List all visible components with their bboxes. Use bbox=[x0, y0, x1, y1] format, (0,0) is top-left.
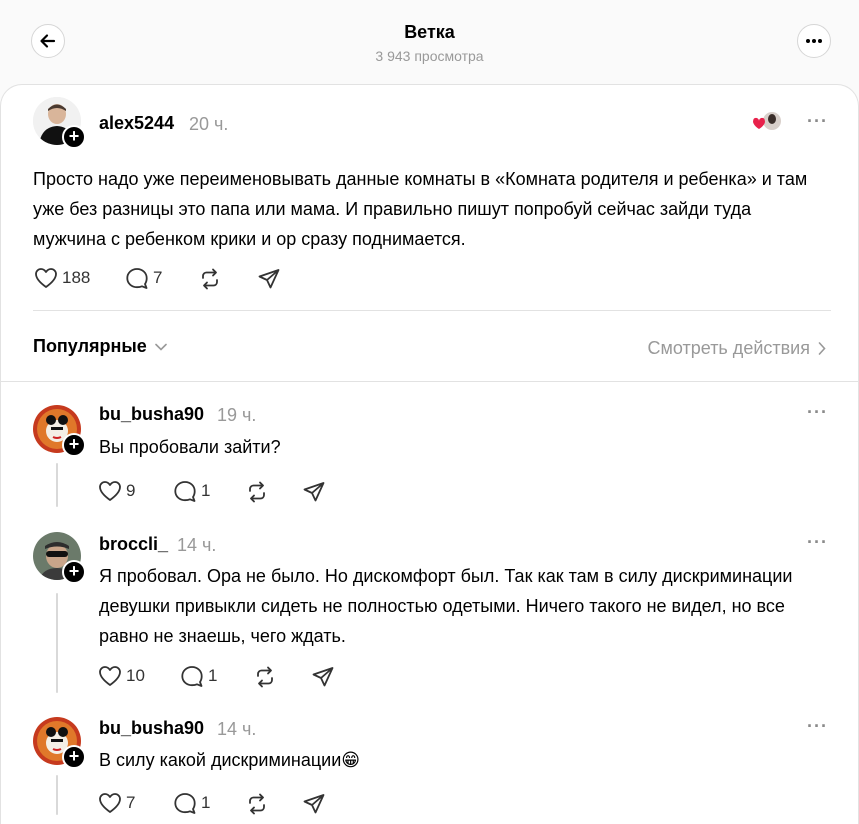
repost-icon bbox=[249, 793, 265, 815]
reply-count: 7 bbox=[153, 268, 163, 287]
follow-plus-icon[interactable]: + bbox=[62, 125, 86, 149]
comment-time: 14 ч. bbox=[217, 719, 257, 739]
reply-button[interactable]: 1 bbox=[173, 480, 210, 502]
header: Ветка 3 943 просмотра bbox=[0, 0, 859, 84]
share-button[interactable] bbox=[257, 267, 281, 291]
repost-icon bbox=[202, 268, 218, 290]
like-button[interactable]: 188 bbox=[34, 267, 90, 289]
sort-label: Популярные bbox=[33, 336, 147, 356]
reply-button[interactable]: 1 bbox=[180, 665, 217, 687]
repost-button[interactable] bbox=[253, 665, 277, 689]
post-text: Просто надо уже переименовывать данные к… bbox=[33, 169, 808, 249]
comment-username[interactable]: bu_busha90 bbox=[99, 404, 204, 425]
repost-button[interactable] bbox=[245, 480, 269, 504]
comment-time: 14 ч. bbox=[177, 535, 217, 555]
more-horizontal-icon bbox=[806, 39, 822, 43]
see-activity-link[interactable]: Смотреть действия bbox=[648, 338, 826, 359]
heart-icon bbox=[99, 793, 121, 813]
section-divider bbox=[1, 381, 859, 382]
post-username[interactable]: alex5244 bbox=[99, 113, 174, 134]
follow-plus-icon[interactable]: + bbox=[62, 433, 86, 457]
comment-menu-dots-icon[interactable]: ··· bbox=[807, 532, 828, 553]
comment-text: Я пробовал. Ора не было. Но дискомфорт б… bbox=[99, 566, 793, 646]
like-button[interactable]: 9 bbox=[98, 480, 135, 502]
reply-count: 1 bbox=[201, 481, 211, 500]
share-button[interactable] bbox=[302, 480, 326, 504]
repost-icon bbox=[257, 666, 273, 688]
see-activity-label: Смотреть действия bbox=[647, 338, 810, 358]
send-icon bbox=[258, 269, 280, 289]
like-button[interactable]: 7 bbox=[98, 792, 135, 814]
repost-icon bbox=[249, 481, 265, 503]
comment-icon bbox=[126, 268, 148, 289]
post-time: 20 ч. bbox=[189, 114, 229, 134]
send-icon bbox=[312, 667, 334, 687]
thread-card: + alex5244 20 ч. ··· Просто надо уже пер… bbox=[0, 84, 859, 824]
comment-icon bbox=[174, 481, 196, 502]
chevron-down-icon bbox=[154, 343, 167, 351]
like-count: 188 bbox=[62, 268, 91, 287]
comment-text: Вы пробовали зайти? bbox=[99, 437, 281, 457]
heart-icon bbox=[35, 268, 57, 288]
comment-text: В силу какой дискриминации😁 bbox=[99, 750, 361, 770]
reply-button[interactable]: 1 bbox=[173, 792, 210, 814]
thread-line bbox=[56, 463, 58, 507]
more-options-button[interactable] bbox=[797, 24, 831, 58]
comment-icon bbox=[181, 666, 203, 687]
reply-count: 1 bbox=[201, 793, 211, 812]
sort-dropdown[interactable]: Популярные bbox=[33, 336, 167, 357]
comment-icon bbox=[174, 793, 196, 814]
send-icon bbox=[303, 794, 325, 814]
follow-plus-icon[interactable]: + bbox=[62, 745, 86, 769]
heart-icon bbox=[99, 481, 121, 501]
like-count: 9 bbox=[126, 481, 136, 500]
comment-username[interactable]: bu_busha90 bbox=[99, 718, 204, 739]
chevron-right-icon bbox=[818, 342, 826, 355]
like-count: 7 bbox=[126, 793, 136, 812]
comment-time: 19 ч. bbox=[217, 405, 257, 425]
comment-menu-dots-icon[interactable]: ··· bbox=[807, 716, 828, 737]
comment-menu-dots-icon[interactable]: ··· bbox=[807, 402, 828, 423]
share-button[interactable] bbox=[311, 665, 335, 689]
follow-plus-icon[interactable]: + bbox=[62, 560, 86, 584]
thread-line bbox=[56, 593, 58, 693]
comment-username[interactable]: broccli_ bbox=[99, 534, 168, 555]
thread-line bbox=[56, 775, 58, 815]
send-icon bbox=[303, 482, 325, 502]
liked-by-avatars[interactable] bbox=[749, 109, 785, 133]
reply-button[interactable]: 7 bbox=[125, 267, 162, 289]
share-button[interactable] bbox=[302, 792, 326, 816]
repost-button[interactable] bbox=[198, 267, 222, 291]
repost-button[interactable] bbox=[245, 792, 269, 816]
reply-count: 1 bbox=[208, 666, 218, 685]
heart-icon bbox=[99, 666, 121, 686]
like-button[interactable]: 10 bbox=[98, 665, 145, 687]
like-count: 10 bbox=[126, 666, 145, 685]
post-menu-dots-icon[interactable]: ··· bbox=[807, 111, 828, 132]
divider bbox=[33, 310, 831, 311]
view-count: 3 943 просмотра bbox=[375, 48, 484, 64]
page-title: Ветка bbox=[404, 22, 455, 42]
